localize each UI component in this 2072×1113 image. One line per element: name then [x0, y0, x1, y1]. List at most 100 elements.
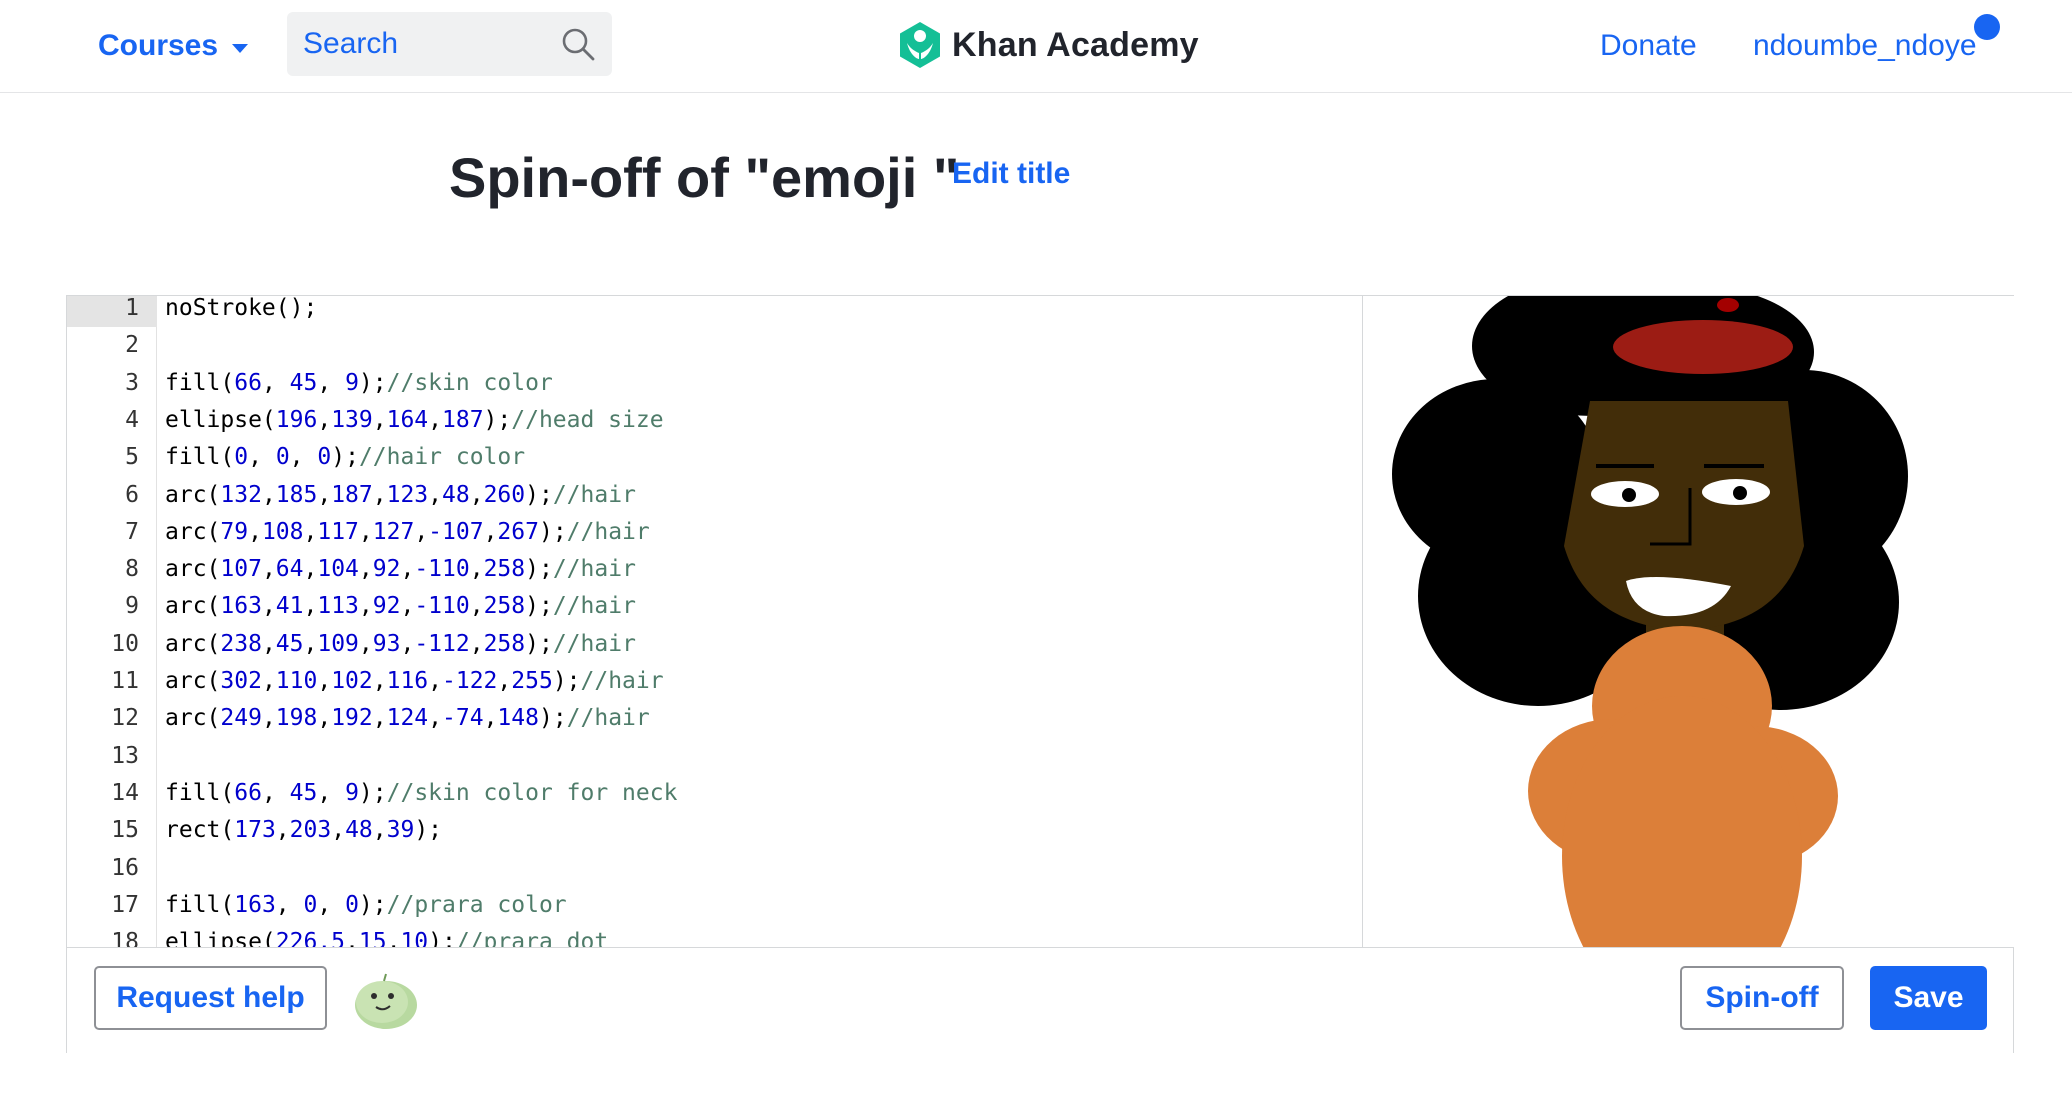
code-token: ,	[414, 518, 429, 545]
code-number: 104	[317, 556, 359, 583]
code-number: 258	[483, 630, 526, 657]
code-line[interactable]: 14 fill(66, 45, 9);//skin color for neck	[67, 775, 1362, 812]
code-line[interactable]: 8 arc(107,64,104,92,-110,258);//hair	[67, 551, 1362, 588]
code-token: ,	[469, 593, 484, 620]
code-token: ,	[317, 406, 332, 433]
code-text[interactable]: fill(66, 45, 9);//skin color	[165, 365, 553, 402]
code-number: 164	[386, 406, 429, 433]
code-token: );	[358, 891, 387, 918]
code-number: 249	[220, 705, 262, 732]
code-text[interactable]: noStroke();	[165, 296, 317, 327]
code-text[interactable]: arc(249,198,192,124,-74,148);//hair	[165, 700, 650, 737]
code-token: arc(	[165, 556, 221, 583]
output-canvas[interactable]	[1364, 296, 2014, 947]
code-line[interactable]: 7 arc(79,108,117,127,-107,267);//hair	[67, 514, 1362, 551]
save-button[interactable]: Save	[1870, 966, 1987, 1030]
code-line[interactable]: 5 fill(0, 0, 0);//hair color	[67, 439, 1362, 476]
code-line[interactable]: 10 arc(238,45,109,93,-112,258);//hair	[67, 626, 1362, 663]
code-line[interactable]: 3 fill(66, 45, 9);//skin color	[67, 365, 1362, 402]
line-number: 10	[111, 630, 139, 657]
line-number: 9	[125, 593, 139, 620]
edit-title-link[interactable]: Edit title	[952, 157, 1070, 191]
code-comment: //hair	[566, 518, 650, 545]
code-line[interactable]: 6 arc(132,185,187,123,48,260);//hair	[67, 477, 1362, 514]
khan-academy-logo[interactable]: Khan Academy	[898, 20, 1199, 70]
code-line[interactable]: 18 ellipse(226.5,15,10);//prara dot	[67, 924, 1362, 947]
code-text[interactable]: ellipse(226.5,15,10);//prara dot	[165, 924, 608, 947]
search-box[interactable]: Search	[287, 12, 612, 76]
code-token: fill(	[165, 444, 235, 471]
code-number: 302	[220, 668, 262, 694]
spin-off-button[interactable]: Spin-off	[1680, 966, 1844, 1030]
code-number: 79	[220, 518, 249, 545]
code-text[interactable]: fill(66, 45, 9);//skin color for neck	[165, 775, 677, 812]
code-token: );	[358, 369, 387, 396]
code-token: );	[525, 593, 553, 620]
code-token: );	[538, 518, 567, 545]
code-number: 267	[497, 518, 539, 545]
code-text[interactable]: fill(163, 0, 0);//prara color	[165, 887, 567, 924]
code-line[interactable]: 4 ellipse(196,139,164,187);//head size	[67, 402, 1362, 439]
code-token: ellipse(	[165, 929, 276, 947]
code-text[interactable]: arc(79,108,117,127,-107,267);//hair	[165, 514, 650, 551]
code-token: ,	[317, 481, 332, 508]
code-number: -112	[414, 630, 470, 657]
code-number: 64	[275, 556, 304, 583]
code-token: ,	[261, 779, 290, 806]
code-text[interactable]: fill(0, 0, 0);//hair color	[165, 439, 525, 476]
code-text[interactable]: arc(302,110,102,116,-122,255);//hair	[165, 663, 664, 700]
request-help-button[interactable]: Request help	[94, 966, 327, 1030]
code-number: 0	[275, 444, 290, 471]
code-text[interactable]: arc(238,45,109,93,-112,258);//hair	[165, 626, 636, 663]
code-number: 107	[220, 556, 262, 583]
donate-link[interactable]: Donate	[1600, 24, 1697, 68]
code-number: 0	[317, 444, 332, 471]
search-input[interactable]: Search	[303, 27, 560, 61]
code-line[interactable]: 2	[67, 327, 1362, 364]
code-token: ,	[261, 705, 276, 732]
code-line[interactable]: 1 noStroke();	[67, 296, 1362, 328]
courses-menu-button[interactable]: Courses	[98, 24, 249, 68]
code-number: 15	[358, 929, 387, 947]
line-number: 4	[125, 406, 139, 433]
code-comment: //hair	[566, 705, 650, 732]
code-number: 127	[372, 518, 415, 545]
code-token: ,	[303, 556, 318, 583]
code-token: ,	[261, 481, 276, 508]
line-number: 14	[111, 779, 139, 806]
prara-band	[1613, 320, 1793, 374]
user-menu-button[interactable]: ndoumbe_ndoye	[1753, 24, 1977, 68]
code-line[interactable]: 15 rect(173,203,48,39);	[67, 812, 1362, 849]
code-text[interactable]: arc(132,185,187,123,48,260);//hair	[165, 477, 636, 514]
code-number: -110	[414, 593, 470, 620]
code-token: arc(	[165, 518, 221, 545]
code-line[interactable]: 16	[67, 850, 1362, 887]
code-number: 45	[289, 779, 318, 806]
code-token: ,	[317, 705, 332, 732]
code-line[interactable]: 11 arc(302,110,102,116,-122,255);//hair	[67, 663, 1362, 700]
line-number: 18	[111, 929, 139, 947]
code-line[interactable]: 12 arc(249,198,192,124,-74,148);//hair	[67, 700, 1362, 737]
code-token: );	[331, 444, 359, 471]
code-token: ,	[428, 668, 443, 694]
notification-badge[interactable]	[1974, 14, 2000, 40]
code-number: -74	[442, 705, 484, 732]
code-line[interactable]: 9 arc(163,41,113,92,-110,258);//hair	[67, 588, 1362, 625]
code-text[interactable]: arc(107,64,104,92,-110,258);//hair	[165, 551, 636, 588]
search-icon[interactable]	[560, 26, 596, 62]
code-number: 45	[275, 630, 304, 657]
code-text[interactable]: arc(163,41,113,92,-110,258);//hair	[165, 588, 636, 625]
code-token: arc(	[165, 481, 221, 508]
code-number: 113	[317, 593, 359, 620]
code-editor[interactable]: 1 noStroke(); 2 3 fill(66, 45, 9);//skin col…	[67, 296, 1363, 947]
pupil-left	[1622, 488, 1636, 502]
code-token: ,	[303, 630, 318, 657]
code-text[interactable]: rect(173,203,48,39);	[165, 812, 442, 849]
code-comment: //hair	[552, 481, 636, 508]
code-token: ,	[428, 705, 443, 732]
code-line[interactable]: 13	[67, 738, 1362, 775]
code-token: ,	[372, 668, 387, 694]
code-text[interactable]: ellipse(196,139,164,187);//head size	[165, 402, 664, 439]
code-line[interactable]: 17 fill(163, 0, 0);//prara color	[67, 887, 1362, 924]
avatar-icon[interactable]	[352, 972, 418, 1030]
